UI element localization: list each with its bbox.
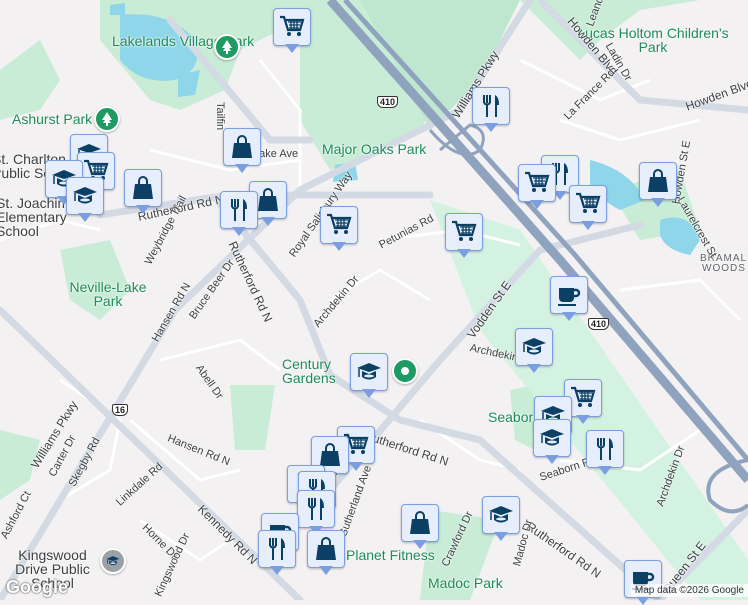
google-logo: Google xyxy=(6,577,68,597)
grocery-marker-cart-icon[interactable] xyxy=(320,206,358,251)
school-marker-icon[interactable] xyxy=(66,177,104,222)
park-pin-tree-icon[interactable] xyxy=(214,34,240,60)
park-pin-tree-icon[interactable] xyxy=(94,106,120,132)
park-label: Major Oaks Park xyxy=(322,141,427,157)
location-pin-icon[interactable] xyxy=(392,358,418,384)
park-label: Madoc Park xyxy=(428,575,503,591)
highway-410-shield: 410 xyxy=(588,318,610,330)
school-marker-icon[interactable] xyxy=(515,328,553,373)
highway-16-shield: 16 xyxy=(112,404,129,416)
grocery-marker-cart-icon[interactable] xyxy=(273,8,311,53)
restaurant-marker-food-icon[interactable] xyxy=(472,87,510,132)
shopping-marker-bag-icon[interactable] xyxy=(124,169,162,214)
highway-410-shield: 410 xyxy=(377,96,399,108)
restaurant-marker-food-icon[interactable] xyxy=(220,191,258,236)
shopping-marker-bag-icon[interactable] xyxy=(307,530,345,575)
street-label: Tailfin xyxy=(214,102,226,131)
shopping-marker-bag-icon[interactable] xyxy=(639,162,677,207)
poi-label: Planet Fitness xyxy=(346,547,435,563)
school-marker-icon[interactable] xyxy=(350,353,388,398)
park-label: Neville-Lake Park xyxy=(69,279,147,309)
restaurant-marker-food-icon[interactable] xyxy=(297,490,335,535)
restaurant-marker-food-icon[interactable] xyxy=(258,530,296,575)
shopping-marker-bag-icon[interactable] xyxy=(401,504,439,549)
map-attribution[interactable]: Map data ©2026 Google xyxy=(630,584,748,597)
grocery-marker-cart-icon[interactable] xyxy=(569,185,607,230)
shopping-marker-bag-icon[interactable] xyxy=(223,128,261,173)
grocery-marker-cart-icon[interactable] xyxy=(518,164,556,209)
school-marker-icon[interactable] xyxy=(482,496,520,541)
park-label: Ashurst Park xyxy=(12,111,93,127)
school-pin-icon[interactable] xyxy=(100,548,126,574)
cafe-marker-coffee-icon[interactable] xyxy=(550,276,588,321)
school-marker-icon[interactable] xyxy=(533,419,571,464)
grocery-marker-cart-icon[interactable] xyxy=(445,213,483,258)
restaurant-marker-food-icon[interactable] xyxy=(586,430,624,475)
